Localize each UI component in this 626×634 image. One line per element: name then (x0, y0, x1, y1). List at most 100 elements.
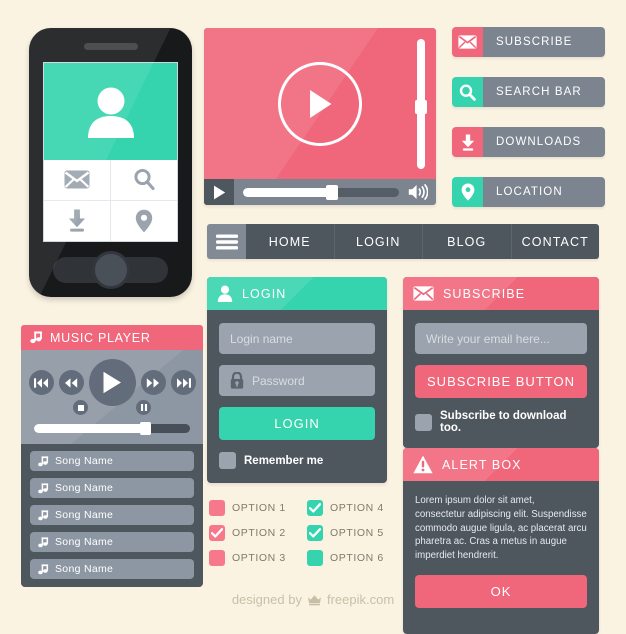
play-icon (103, 371, 121, 394)
envelope-icon (458, 35, 477, 49)
side-button-label: LOCATION (483, 177, 605, 207)
phone-cell-mail[interactable] (44, 160, 111, 201)
stop-icon (77, 404, 84, 411)
option-checkbox-6[interactable] (307, 549, 323, 566)
video-bar-play-button[interactable] (204, 179, 234, 205)
skip-next-button[interactable] (170, 370, 196, 395)
phone-cell-download[interactable] (44, 200, 111, 241)
music-player-title: MUSIC PLAYER (50, 330, 151, 345)
music-seek-slider[interactable] (34, 422, 190, 435)
envelope-icon (413, 286, 434, 301)
song-title: Song Name (55, 563, 114, 575)
stop-button[interactable] (73, 400, 88, 415)
music-playlist: Song Name Song Name Song Name Song Name … (21, 444, 203, 587)
video-seek-slider[interactable] (243, 184, 399, 200)
video-screen[interactable] (204, 28, 436, 179)
list-item[interactable]: Song Name (30, 532, 194, 552)
song-title: Song Name (55, 455, 114, 467)
music-note-icon (38, 509, 49, 520)
download-icon (461, 134, 474, 151)
user-icon (217, 285, 233, 302)
remember-me-checkbox[interactable] (219, 452, 236, 469)
pause-button[interactable] (136, 400, 151, 415)
rewind-icon (65, 377, 78, 388)
music-note-icon (30, 331, 42, 344)
login-username-placeholder: Login name (230, 331, 293, 346)
subscribe-email-input[interactable]: Write your email here... (415, 323, 587, 354)
skip-next-icon (176, 377, 191, 388)
option-row-1[interactable]: OPTION 1 (209, 495, 291, 520)
location-pin-icon (461, 183, 474, 201)
subscribe-download-checkbox[interactable] (415, 413, 432, 431)
downloads-button[interactable]: DOWNLOADS (452, 127, 605, 157)
subscribe-card-title: SUBSCRIBE (443, 286, 526, 301)
login-card: LOGIN Login name Password LOGIN Remember… (207, 277, 387, 483)
option-row-6[interactable]: OPTION 6 (307, 545, 389, 570)
option-checkbox-5[interactable] (307, 524, 323, 541)
option-label-5: OPTION 5 (330, 526, 384, 539)
side-button-label: SEARCH BAR (483, 77, 605, 107)
fast-forward-button[interactable] (140, 370, 166, 395)
video-play-button[interactable] (278, 61, 362, 146)
option-label-6: OPTION 6 (330, 551, 384, 564)
envelope-icon (64, 170, 90, 189)
video-volume-button[interactable] (408, 184, 428, 200)
song-title: Song Name (55, 536, 114, 548)
music-seek-handle[interactable] (139, 422, 151, 435)
login-password-input[interactable]: Password (219, 365, 375, 396)
option-row-4[interactable]: OPTION 4 (307, 495, 389, 520)
phone-screen (43, 62, 178, 242)
music-note-icon (38, 455, 49, 466)
video-seek-fill (243, 187, 334, 197)
pause-icon (140, 404, 147, 411)
login-card-header: LOGIN (207, 277, 387, 310)
option-checkbox-3[interactable] (209, 549, 225, 566)
video-seek-handle[interactable] (326, 184, 339, 200)
download-icon (68, 209, 85, 232)
option-row-3[interactable]: OPTION 3 (209, 545, 291, 570)
footer-brand: freepik.com (326, 592, 395, 607)
list-item[interactable]: Song Name (30, 451, 194, 471)
search-bar-button[interactable]: SEARCH BAR (452, 77, 605, 107)
music-player-controls (21, 350, 203, 444)
list-item[interactable]: Song Name (30, 478, 194, 498)
check-icon (211, 527, 223, 538)
play-button[interactable] (88, 359, 136, 406)
alert-card-title: ALERT BOX (442, 457, 522, 472)
options-checkbox-group: OPTION 1 OPTION 4 OPTION 2 OPTION 5 OPTI… (209, 495, 389, 570)
video-volume-handle[interactable] (415, 100, 427, 114)
option-row-5[interactable]: OPTION 5 (307, 520, 389, 545)
search-icon (459, 83, 476, 101)
login-card-body: Login name Password LOGIN Remember me (207, 310, 387, 483)
play-circle-icon (310, 89, 332, 118)
login-header-gloss (207, 277, 387, 310)
phone-home-button[interactable] (91, 251, 130, 289)
nav-item-contact[interactable]: CONTACT (511, 224, 599, 259)
phone-cell-search[interactable] (110, 160, 177, 201)
option-checkbox-1[interactable] (209, 499, 225, 516)
option-checkbox-4[interactable] (307, 499, 323, 516)
remember-me-row[interactable]: Remember me (219, 452, 375, 469)
subscribe-download-row[interactable]: Subscribe to download too. (415, 410, 587, 434)
nav-item-home[interactable]: HOME (246, 224, 335, 259)
skip-previous-button[interactable] (28, 370, 54, 395)
side-button-label: DOWNLOADS (483, 127, 605, 157)
login-submit-button[interactable]: LOGIN (219, 407, 375, 440)
list-item[interactable]: Song Name (30, 505, 194, 525)
option-checkbox-2[interactable] (209, 524, 225, 541)
user-icon (87, 87, 134, 138)
subscribe-submit-button[interactable]: SUBSCRIBE BUTTON (415, 365, 587, 398)
phone-cell-location[interactable] (111, 201, 178, 242)
login-username-input[interactable]: Login name (219, 323, 375, 354)
nav-item-login[interactable]: LOGIN (334, 224, 423, 259)
subscribe-button[interactable]: SUBSCRIBE (452, 27, 605, 57)
song-title: Song Name (55, 482, 114, 494)
footer-credit: designed by freepik.com (0, 592, 626, 607)
rewind-button[interactable] (58, 370, 84, 395)
music-player: MUSIC PLAYER Song Name Song Name Song Na… (18, 325, 206, 587)
option-row-2[interactable]: OPTION 2 (209, 520, 291, 545)
list-item[interactable]: Song Name (30, 559, 194, 579)
nav-item-blog[interactable]: BLOG (423, 224, 512, 259)
hamburger-menu-button[interactable] (207, 224, 246, 259)
location-button[interactable]: LOCATION (452, 177, 605, 207)
